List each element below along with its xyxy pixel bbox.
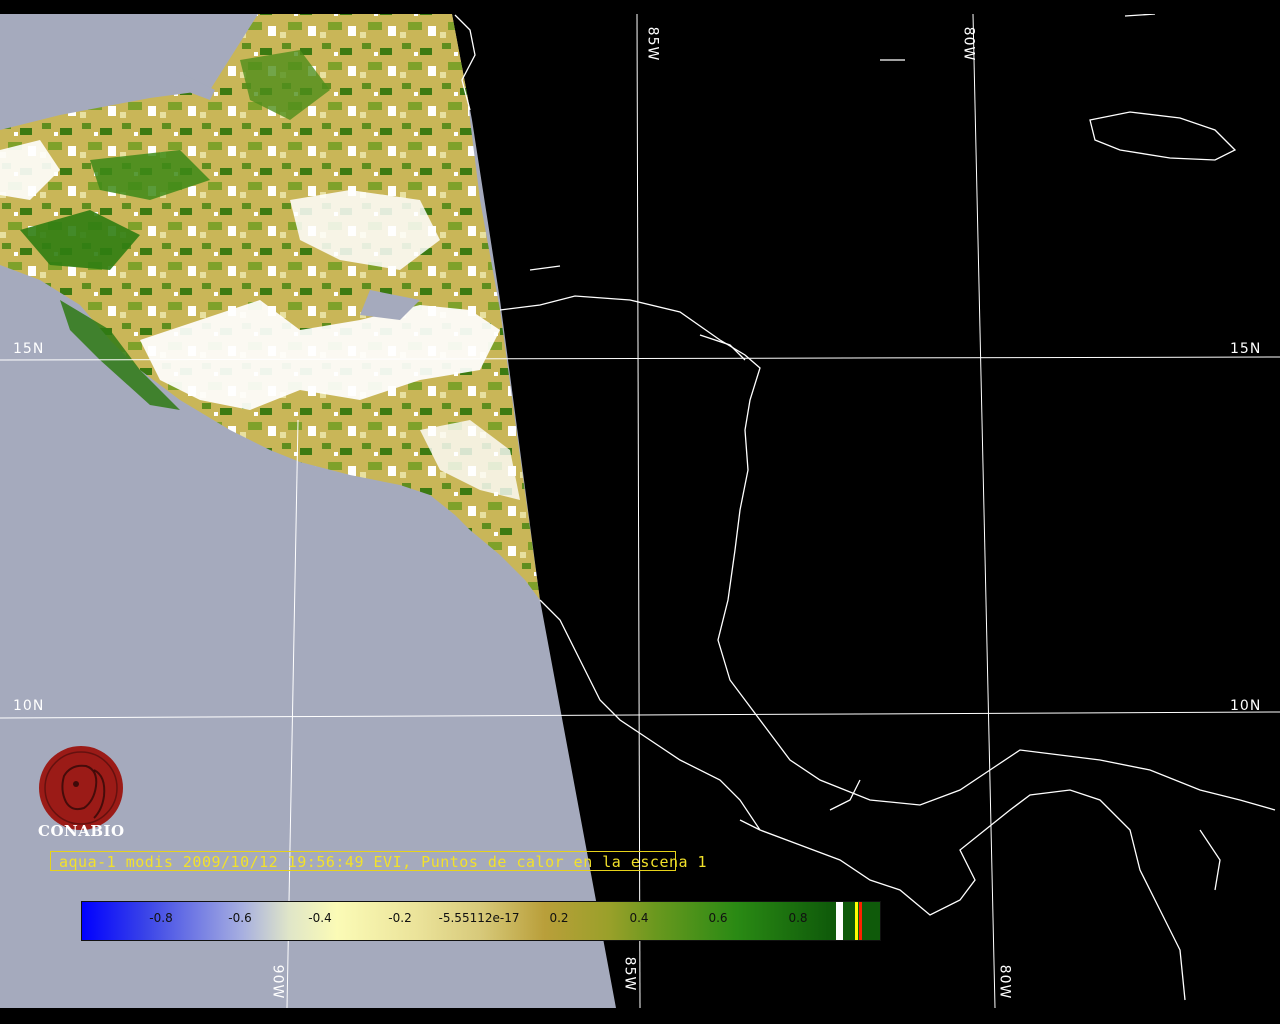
lon-label-80w-top: 80W [960,26,977,62]
hotspot-marker-red [859,902,862,940]
lat-label-10n-left: 10N [13,698,45,714]
lon-label-85w-top: 85W [644,26,661,62]
colorbar-tick: 0.2 [549,911,569,925]
colorbar-tick: -0.4 [308,911,332,925]
colorbar-tick: -0.8 [149,911,173,925]
conabio-logo-text: CONABIO [38,822,125,840]
lat-label-10n-right: 10N [1230,698,1262,714]
lat-label-15n-right: 15N [1230,341,1262,357]
colorbar-tick: -5.55112e-17 [438,911,520,925]
colorbar-tick: -0.6 [228,911,252,925]
lon-label-90w-bottom: 90W [269,964,286,1000]
lat-label-15n-left: 15N [13,341,45,357]
lon-label-80w-bottom: 80W [996,964,1013,1000]
colorbar-tick: 0.4 [629,911,649,925]
colorbar-tick: -0.2 [388,911,412,925]
hotspot-marker-yellow [855,902,858,940]
colorbar-tick: 0.8 [788,911,808,925]
lon-label-85w-bottom: 85W [621,956,638,992]
scene-caption: aqua-1 modis 2009/10/12 19:56:49 EVI, Pu… [50,851,707,871]
colorbar-tick: 0.6 [708,911,728,925]
hotspot-marker-white [836,902,843,940]
